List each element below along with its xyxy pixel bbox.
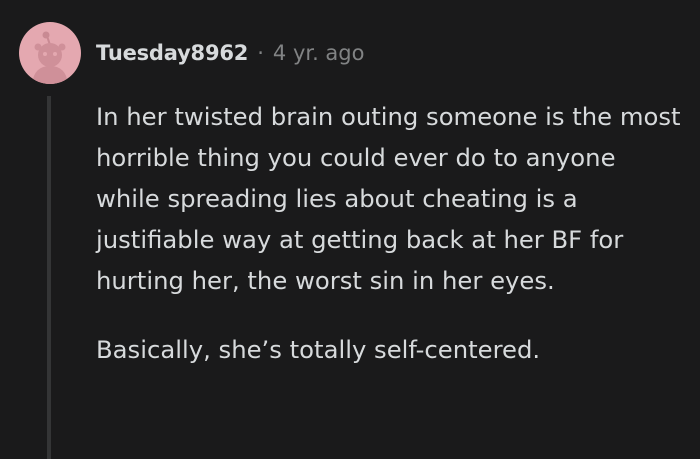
comment-paragraph-1: In her twisted brain outing someone is t… (96, 102, 681, 295)
comment-timestamp[interactable]: 4 yr. ago (273, 41, 365, 65)
user-avatar[interactable] (19, 22, 81, 84)
comment-author[interactable]: Tuesday8962 (96, 41, 248, 65)
comment-meta: Tuesday8962 · 4 yr. ago (96, 38, 364, 68)
comment-body: In her twisted brain outing someone is t… (96, 96, 686, 370)
meta-separator: · (257, 41, 264, 65)
reddit-snoo-avatar-icon (32, 31, 68, 84)
comment-paragraph-2: Basically, she’s totally self-centered. (96, 335, 541, 364)
thread-line[interactable] (47, 96, 51, 459)
comment: Tuesday8962 · 4 yr. ago In her twisted b… (0, 0, 700, 459)
